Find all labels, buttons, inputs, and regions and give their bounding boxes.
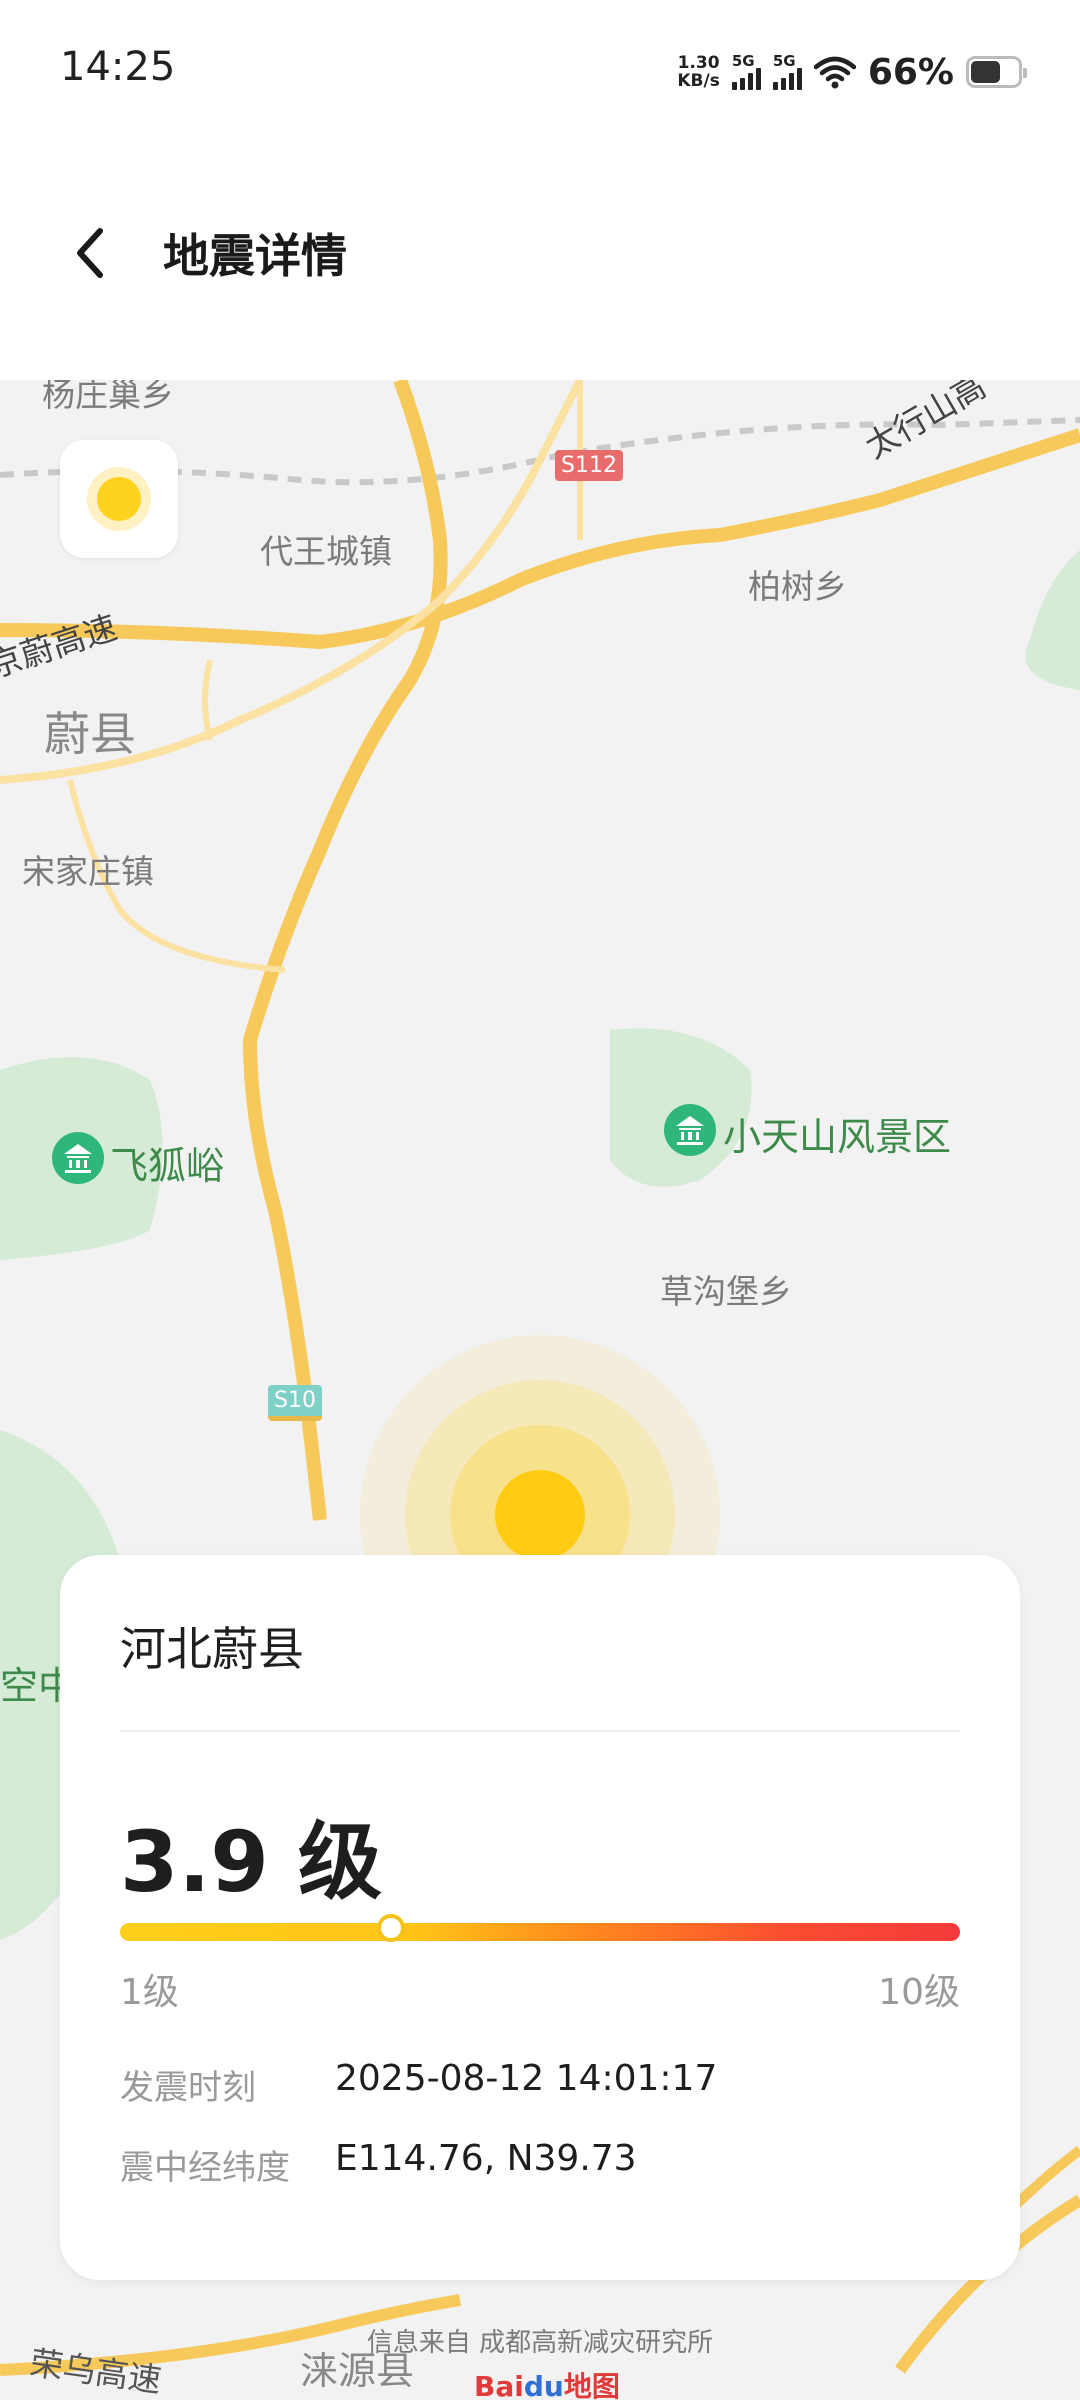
signal-icon: 5G [731, 52, 761, 90]
chevron-left-icon [77, 228, 103, 278]
epicenter-coords-label: 震中经纬度 [120, 2148, 290, 2188]
location-dot-icon [97, 477, 141, 521]
signal-type-label: 5G [731, 52, 755, 70]
divider [120, 1730, 960, 1732]
signal-type-label: 5G [772, 52, 796, 70]
net-speed-value: 1.30 [677, 53, 720, 73]
map-provider-logo-a: Bai [474, 2370, 524, 2400]
wifi-icon [813, 56, 856, 89]
scenic-spot-icon[interactable] [50, 1130, 106, 1186]
road-badge: S10 [268, 1385, 322, 1421]
page-title: 地震详情 [163, 229, 347, 283]
quake-location: 河北蔚县 [120, 1622, 304, 1676]
signal-icon: 5G [772, 52, 802, 90]
magnitude-scale-bar [120, 1914, 960, 1942]
net-speed: 1.30 KB/s [677, 54, 719, 90]
map-provider-logo: Baidu地图 [474, 2365, 620, 2400]
quake-time-label: 发震时刻 [120, 2068, 256, 2108]
map-provider-logo-c: 地图 [563, 2370, 620, 2400]
map-label-town: 草沟堡乡 [660, 1272, 792, 1311]
status-icons: 1.30 KB/s 5G 5G 66% [677, 50, 1027, 94]
map-label-town: 宋家庄镇 [22, 852, 154, 891]
locate-button[interactable] [60, 440, 178, 558]
map-label-scenic[interactable]: 小天山风景区 [723, 1106, 951, 1161]
battery-icon [966, 56, 1027, 88]
net-speed-unit: KB/s [677, 71, 720, 91]
status-time: 14:25 [60, 44, 176, 90]
battery-percent: 66% [867, 51, 954, 93]
data-attribution: 信息来自 成都高新减灾研究所 [366, 2328, 714, 2358]
map-label-scenic[interactable]: 飞狐峪 [110, 1135, 224, 1190]
map-label-town: 代王城镇 [260, 532, 392, 571]
scale-min-label: 1级 [120, 1972, 179, 2013]
map-label-town: 杨庄巢乡 [42, 380, 174, 414]
road-badge: S112 [555, 450, 623, 481]
magnitude-scale-knob [376, 1914, 405, 1942]
map-label-county: 蔚县 [44, 707, 136, 761]
epicenter-coords-value: E114.76, N39.73 [335, 2138, 637, 2179]
status-bar: 14:25 1.30 KB/s 5G 5G 66% [0, 0, 1080, 140]
quake-time-value: 2025-08-12 14:01:17 [335, 2058, 718, 2099]
scale-max-label: 10级 [878, 1972, 960, 2013]
app-bar [0, 140, 1080, 380]
quake-magnitude: 3.9 级 [120, 1813, 383, 1911]
map-label-town: 柏树乡 [748, 567, 847, 606]
back-button[interactable] [60, 218, 120, 288]
earthquake-info-card: 河北蔚县 3.9 级 1级 10级 发震时刻 2025-08-12 14:01:… [60, 1555, 1020, 2280]
scenic-spot-icon[interactable] [662, 1102, 718, 1158]
map-provider-logo-b: du [523, 2370, 564, 2400]
